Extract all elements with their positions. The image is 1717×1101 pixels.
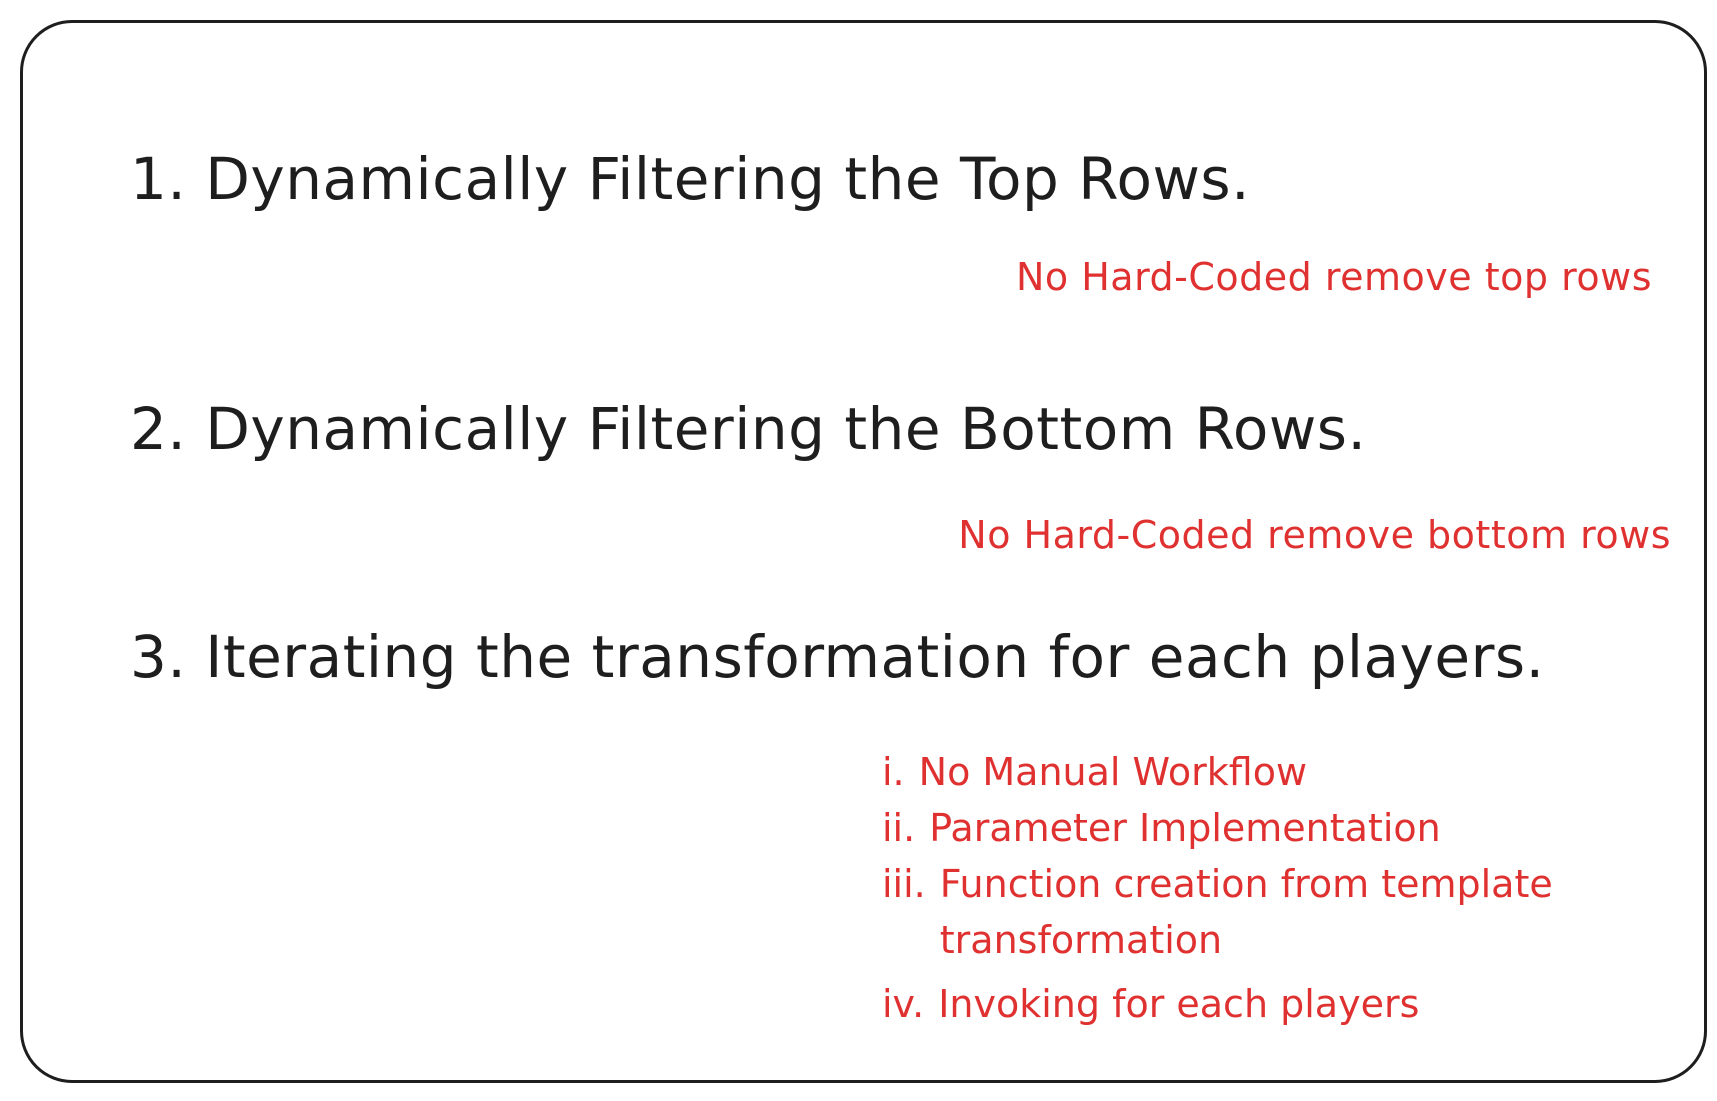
list-item: ii. Parameter Implementation bbox=[882, 800, 1640, 856]
list-marker: i. bbox=[882, 750, 905, 794]
note-top-rows: No Hard-Coded remove top rows bbox=[1015, 255, 1652, 299]
iteration-sublist: i. No Manual Workflow ii. Parameter Impl… bbox=[882, 744, 1640, 1032]
list-item: iii. Function creation from template tra… bbox=[882, 856, 1640, 968]
heading-bottom-rows: 2. Dynamically Filtering the Bottom Rows… bbox=[130, 395, 1367, 463]
list-item: iv. Invoking for each players bbox=[882, 976, 1640, 1032]
list-marker: iii. bbox=[882, 862, 926, 906]
heading-iteration: 3. Iterating the transformation for each… bbox=[130, 623, 1545, 691]
list-item: i. No Manual Workflow bbox=[882, 744, 1640, 800]
heading-top-rows: 1. Dynamically Filtering the Top Rows. bbox=[130, 145, 1251, 213]
note-bottom-rows: No Hard-Coded remove bottom rows bbox=[958, 513, 1671, 557]
list-item-text: Function creation from template transfor… bbox=[939, 862, 1553, 962]
list-marker: ii. bbox=[882, 806, 916, 850]
list-item-text: Invoking for each players bbox=[938, 982, 1420, 1026]
list-marker: iv. bbox=[882, 982, 925, 1026]
list-item-text: Parameter Implementation bbox=[929, 806, 1441, 850]
list-item-text: No Manual Workflow bbox=[918, 750, 1308, 794]
